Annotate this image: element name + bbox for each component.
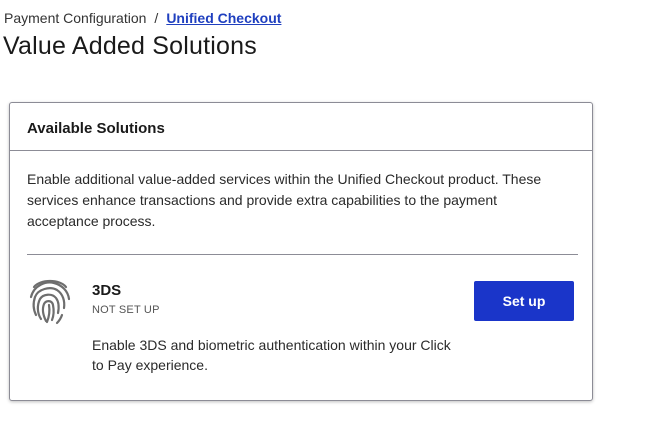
solution-status-badge: NOT SET UP: [92, 304, 160, 316]
available-solutions-card: Available Solutions Enable additional va…: [9, 102, 593, 401]
breadcrumb-separator: /: [154, 10, 159, 26]
solution-description: Enable 3DS and biometric authentication …: [92, 337, 451, 373]
page: Payment Configuration / Unified Checkout V…: [0, 0, 665, 440]
set-up-button[interactable]: Set up: [474, 281, 574, 321]
breadcrumb-link-unified-checkout[interactable]: Unified Checkout: [166, 10, 281, 26]
card-description: Enable additional value-added services w…: [27, 171, 542, 229]
divider: [27, 254, 578, 255]
card-header: Available Solutions: [10, 103, 592, 151]
fingerprint-icon: [28, 275, 72, 325]
breadcrumb: Payment Configuration / Unified Checkout: [4, 10, 281, 26]
page-title: Value Added Solutions: [3, 32, 257, 60]
breadcrumb-parent: Payment Configuration: [4, 10, 147, 26]
solution-name: 3DS: [92, 282, 122, 299]
